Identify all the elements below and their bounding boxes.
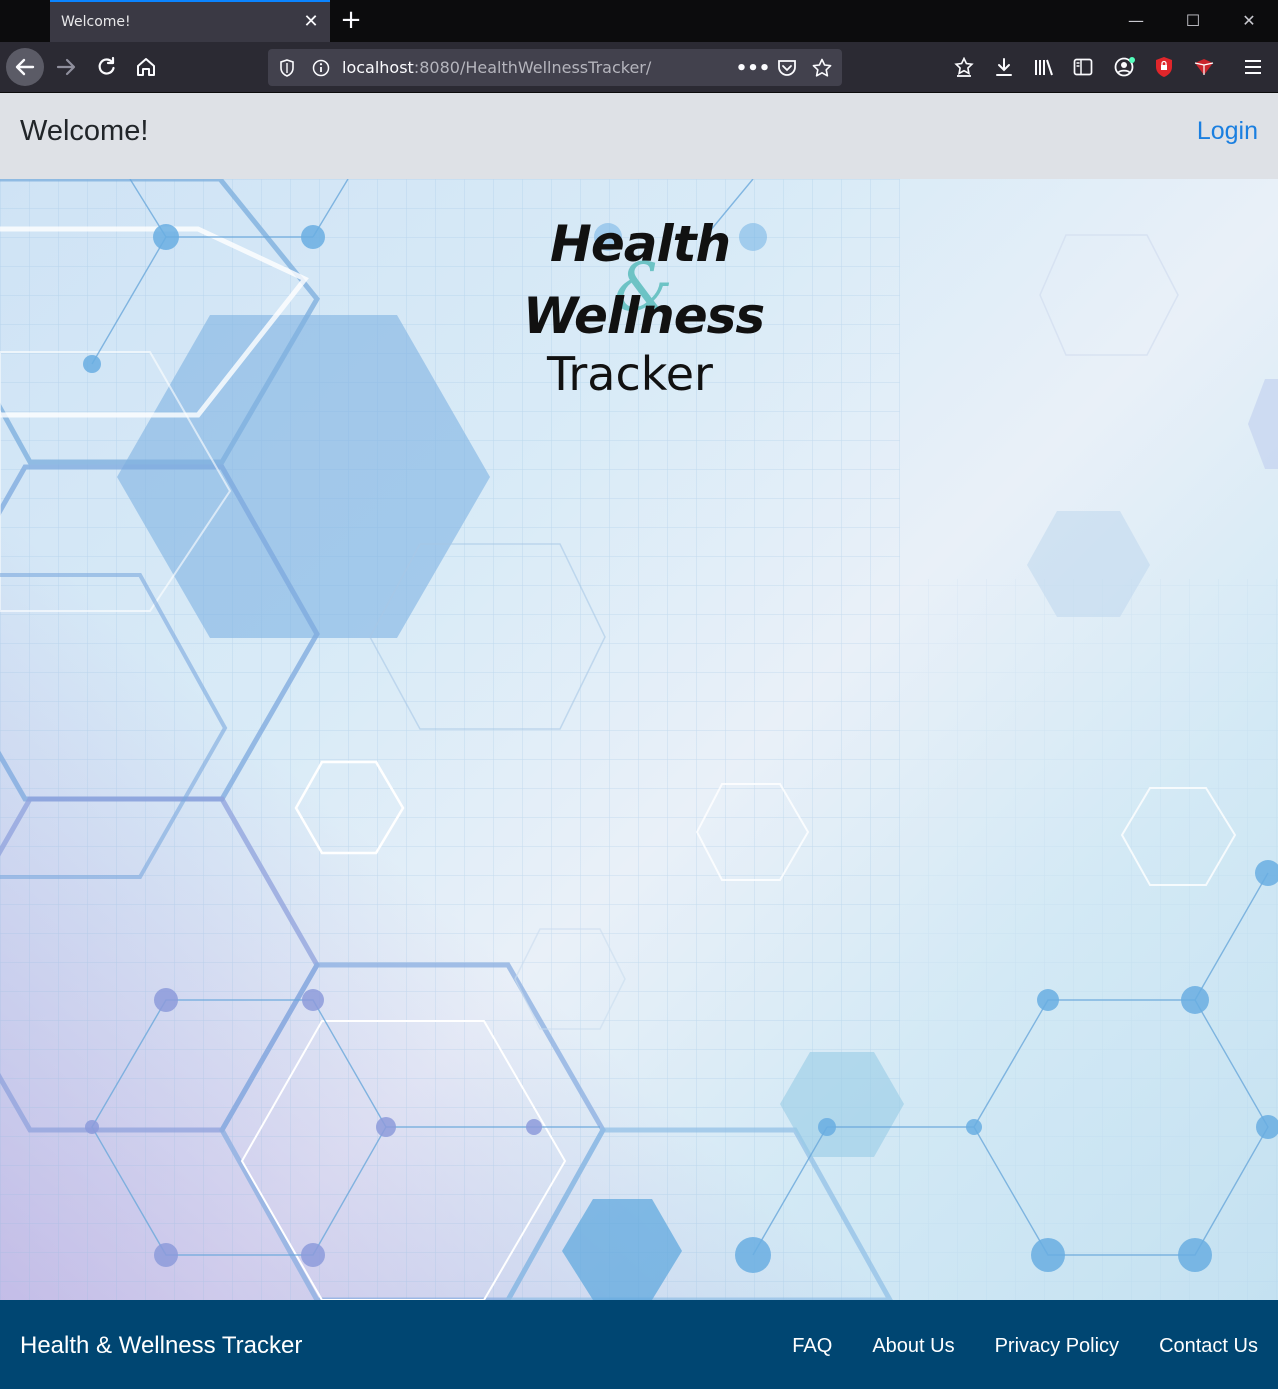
footer-link-contact-us[interactable]: Contact Us <box>1159 1335 1258 1358</box>
footer-link-about-us[interactable]: About Us <box>872 1335 954 1358</box>
browser-tab[interactable]: Welcome! ✕ <box>50 0 330 42</box>
more-dots-icon[interactable]: ••• <box>736 57 771 79</box>
footer-brand: Health & Wellness Tracker <box>20 1332 303 1359</box>
pocket-icon[interactable] <box>776 57 798 79</box>
url-text: localhost:8080/HealthWellnessTracker/ <box>342 58 651 77</box>
reload-icon[interactable] <box>87 48 125 86</box>
reading-list-icon[interactable] <box>952 55 976 79</box>
web-page: Welcome! Login Health & Wellness Tracker… <box>0 93 1278 1389</box>
close-tab-icon[interactable]: ✕ <box>300 11 322 33</box>
bookmark-star-icon[interactable] <box>811 57 833 79</box>
shield-icon[interactable] <box>276 57 298 79</box>
sidebar-icon[interactable] <box>1071 55 1095 79</box>
login-link[interactable]: Login <box>1197 117 1258 146</box>
home-icon[interactable] <box>127 48 165 86</box>
menu-icon[interactable] <box>1241 55 1265 79</box>
extension-gem-icon[interactable] <box>1191 55 1217 79</box>
close-window-icon[interactable]: ✕ <box>1234 8 1264 34</box>
footer-link-privacy-policy[interactable]: Privacy Policy <box>995 1335 1119 1358</box>
site-footer: Health & Wellness Tracker FAQ About Us P… <box>0 1300 1278 1389</box>
url-host: localhost <box>342 58 414 77</box>
account-icon[interactable] <box>1112 55 1136 79</box>
new-tab-icon[interactable]: + <box>338 7 364 35</box>
logo-tracker-text: Tracker <box>547 347 713 401</box>
tab-title: Welcome! <box>61 14 131 30</box>
app-header: Welcome! Login <box>0 93 1278 179</box>
footer-nav: FAQ About Us Privacy Policy Contact Us <box>792 1335 1258 1358</box>
download-icon[interactable] <box>992 55 1016 79</box>
forward-arrow-icon[interactable] <box>47 48 85 86</box>
logo-wellness-text: Wellness <box>523 287 765 345</box>
url-bar[interactable]: localhost:8080/HealthWellnessTracker/ ••… <box>268 49 842 86</box>
footer-link-faq[interactable]: FAQ <box>792 1335 832 1358</box>
tab-strip: Welcome! ✕ + — ☐ ✕ <box>0 0 1278 42</box>
info-icon[interactable] <box>310 57 332 79</box>
maximize-icon[interactable]: ☐ <box>1178 8 1208 34</box>
app-logo: Health & Wellness Tracker <box>510 209 770 401</box>
page-title: Welcome! <box>20 115 149 147</box>
minimize-icon[interactable]: — <box>1121 8 1151 34</box>
back-arrow-icon[interactable] <box>6 48 44 86</box>
url-path: :8080/HealthWellnessTracker/ <box>413 58 652 77</box>
browser-toolbar: localhost:8080/HealthWellnessTracker/ ••… <box>0 42 1278 93</box>
hero-banner: Health & Wellness Tracker <box>0 179 1278 1300</box>
library-icon[interactable] <box>1032 55 1056 79</box>
extension-shield-icon[interactable] <box>1152 55 1176 79</box>
